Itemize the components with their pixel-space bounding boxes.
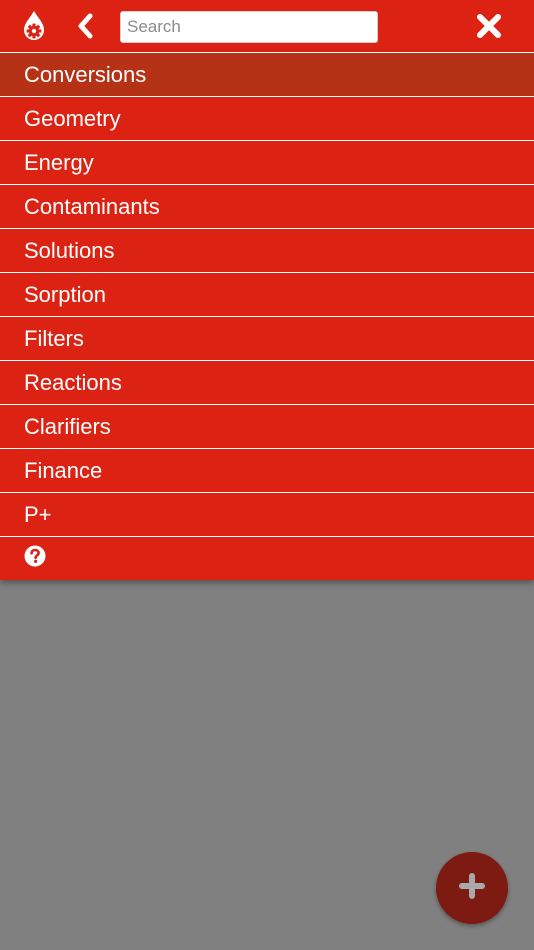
menu-item-p-plus[interactable]: P+ bbox=[0, 492, 534, 536]
search-input[interactable] bbox=[120, 11, 378, 43]
menu-item-label: P+ bbox=[24, 501, 52, 527]
plus-icon bbox=[459, 872, 485, 904]
menu-item-label: Contaminants bbox=[24, 193, 160, 219]
menu-item-label: Conversions bbox=[24, 61, 147, 87]
menu-item-contaminants[interactable]: Contaminants bbox=[0, 184, 534, 228]
app-screen: Conversions Geometry Energy Contaminants… bbox=[0, 0, 534, 950]
menu-item-clarifiers[interactable]: Clarifiers bbox=[0, 404, 534, 448]
menu-item-label: Sorption bbox=[24, 281, 106, 307]
menu-item-conversions[interactable]: Conversions bbox=[0, 52, 534, 96]
menu-item-label: Geometry bbox=[24, 105, 121, 131]
close-x-icon[interactable] bbox=[470, 8, 508, 44]
water-drop-gear-icon[interactable] bbox=[16, 8, 52, 44]
menu-item-reactions[interactable]: Reactions bbox=[0, 360, 534, 404]
top-bar bbox=[0, 0, 534, 52]
category-menu: Conversions Geometry Energy Contaminants… bbox=[0, 52, 534, 580]
menu-item-solutions[interactable]: Solutions bbox=[0, 228, 534, 272]
menu-item-label: Filters bbox=[24, 325, 84, 351]
menu-item-label: Solutions bbox=[24, 237, 115, 263]
menu-item-finance[interactable]: Finance bbox=[0, 448, 534, 492]
menu-item-label: Energy bbox=[24, 149, 94, 175]
menu-item-label: Clarifiers bbox=[24, 413, 111, 439]
chevron-left-icon[interactable] bbox=[70, 8, 100, 44]
menu-item-sorption[interactable]: Sorption bbox=[0, 272, 534, 316]
menu-item-label: Reactions bbox=[24, 369, 122, 395]
menu-item-geometry[interactable]: Geometry bbox=[0, 96, 534, 140]
menu-item-energy[interactable]: Energy bbox=[0, 140, 534, 184]
add-button[interactable] bbox=[436, 852, 508, 924]
help-row[interactable] bbox=[0, 536, 534, 580]
menu-item-filters[interactable]: Filters bbox=[0, 316, 534, 360]
menu-item-label: Finance bbox=[24, 457, 103, 483]
question-circle-icon bbox=[24, 545, 46, 573]
